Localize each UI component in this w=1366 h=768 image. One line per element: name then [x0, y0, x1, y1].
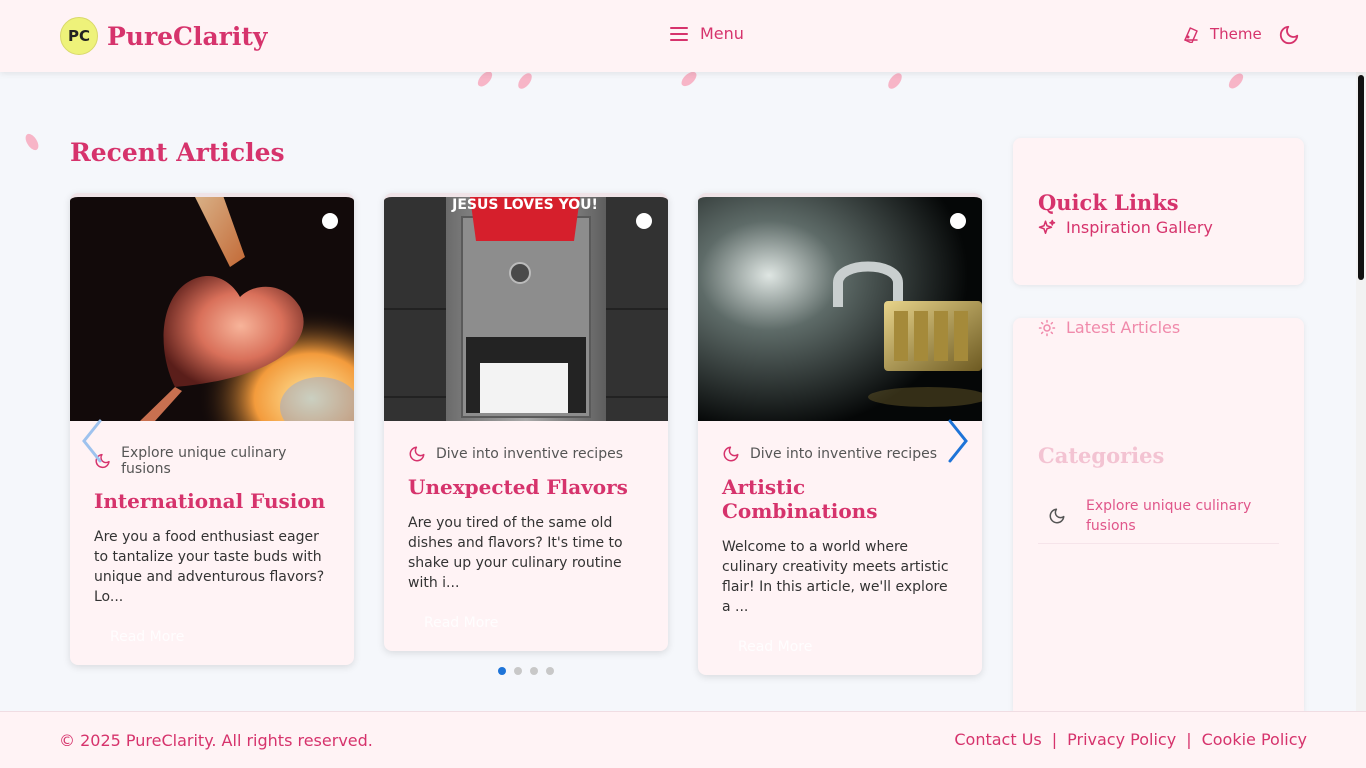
- carousel-pagination: [498, 667, 562, 675]
- favorite-dot[interactable]: [322, 213, 338, 229]
- card-excerpt: Welcome to a world where culinary creati…: [722, 539, 949, 615]
- sparkles-icon: [1038, 219, 1056, 234]
- quick-link-label: Inspiration Gallery: [1066, 218, 1213, 237]
- footer-separator: |: [1186, 730, 1192, 749]
- footer-links: Contact Us | Privacy Policy | Cookie Pol…: [954, 730, 1307, 749]
- read-more-button[interactable]: Read More: [424, 615, 644, 631]
- petal-decoration: [886, 70, 904, 92]
- card-title[interactable]: International Fusion: [94, 489, 330, 513]
- latest-articles-label: Latest Articles: [1066, 318, 1181, 337]
- quick-link-inspiration-gallery[interactable]: Inspiration Gallery: [1038, 218, 1213, 237]
- carousel-dot[interactable]: [514, 667, 522, 675]
- carousel-next-button[interactable]: [944, 418, 972, 468]
- site-header: PC PureClarity Menu Theme: [0, 0, 1366, 72]
- card-category: Dive into inventive recipes: [722, 445, 958, 463]
- card-excerpt: Are you a food enthusiast eager to tanta…: [94, 529, 325, 605]
- category-label: Explore unique culinary fusions: [1086, 497, 1252, 534]
- carousel-prev-button[interactable]: [78, 418, 106, 468]
- card-title[interactable]: Artistic Combinations: [722, 475, 958, 523]
- card-excerpt: Are you tired of the same old dishes and…: [408, 515, 623, 591]
- quick-links-title: Quick Links: [1038, 190, 1179, 215]
- article-image-dispenser: JESUS LOVES YOU!: [384, 197, 668, 421]
- page-scrollbar[interactable]: [1356, 72, 1366, 712]
- card-category-label: Dive into inventive recipes: [436, 446, 623, 462]
- carousel-dot[interactable]: [546, 667, 554, 675]
- favorite-dot[interactable]: [636, 213, 652, 229]
- card-category-label: Dive into inventive recipes: [750, 446, 937, 462]
- favorite-dot[interactable]: [950, 213, 966, 229]
- palette-icon: [1184, 27, 1198, 43]
- petal-decoration: [1226, 70, 1246, 92]
- hamburger-icon: [670, 26, 688, 41]
- site-footer: © 2025 PureClarity. All rights reserved.…: [0, 711, 1366, 768]
- image-sign-text: JESUS LOVES YOU!: [451, 197, 598, 213]
- article-image-heart: [70, 197, 354, 437]
- latest-articles-header[interactable]: Latest Articles: [1038, 318, 1180, 337]
- read-more-button[interactable]: Read More: [738, 639, 958, 655]
- card-title[interactable]: Unexpected Flavors: [408, 475, 644, 499]
- article-card[interactable]: Dive into inventive recipes Artistic Com…: [698, 193, 982, 675]
- cookie-policy-link[interactable]: Cookie Policy: [1202, 730, 1307, 749]
- theme-button[interactable]: Theme: [1182, 25, 1262, 43]
- card-category: Dive into inventive recipes: [408, 445, 644, 463]
- dark-mode-toggle[interactable]: [1278, 24, 1300, 50]
- petal-decoration: [516, 70, 534, 92]
- article-image-padlock: [698, 197, 982, 421]
- moon-icon: [409, 446, 425, 462]
- moon-icon: [723, 446, 739, 462]
- logo[interactable]: PC PureClarity: [60, 17, 267, 55]
- theme-label: Theme: [1210, 25, 1262, 43]
- article-card[interactable]: JESUS LOVES YOU! Dive into inventive rec…: [384, 193, 668, 651]
- copyright-text: © 2025 PureClarity. All rights reserved.: [59, 731, 373, 750]
- scrollbar-thumb[interactable]: [1358, 75, 1364, 280]
- card-category: Explore unique culinary fusions: [94, 445, 330, 477]
- privacy-policy-link[interactable]: Privacy Policy: [1067, 730, 1176, 749]
- card-category-label: Explore unique culinary fusions: [121, 445, 287, 477]
- moon-icon: [1049, 508, 1065, 523]
- logo-badge: PC: [60, 17, 98, 55]
- categories-title: Categories: [1038, 443, 1165, 468]
- read-more-button[interactable]: Read More: [110, 629, 330, 645]
- latest-articles-panel: Latest Articles Categories Explore uniqu…: [1013, 318, 1304, 718]
- petal-decoration: [22, 131, 42, 153]
- carousel-dot[interactable]: [498, 667, 506, 675]
- footer-separator: |: [1051, 730, 1058, 749]
- chevron-right-icon: [948, 419, 968, 463]
- moon-icon: [1279, 25, 1299, 45]
- menu-button[interactable]: Menu: [670, 24, 744, 43]
- contact-us-link[interactable]: Contact Us: [954, 730, 1041, 749]
- article-card[interactable]: Explore unique culinary fusions Internat…: [70, 193, 354, 665]
- category-item[interactable]: Explore unique culinary fusions: [1038, 488, 1279, 544]
- sun-icon: [1038, 319, 1056, 336]
- carousel-dot[interactable]: [530, 667, 538, 675]
- menu-label: Menu: [700, 24, 744, 43]
- brand-name: PureClarity: [107, 21, 268, 51]
- quick-links-panel: Quick Links Inspiration Gallery: [1013, 138, 1304, 285]
- chevron-left-icon: [82, 419, 102, 463]
- section-title: Recent Articles: [70, 138, 285, 167]
